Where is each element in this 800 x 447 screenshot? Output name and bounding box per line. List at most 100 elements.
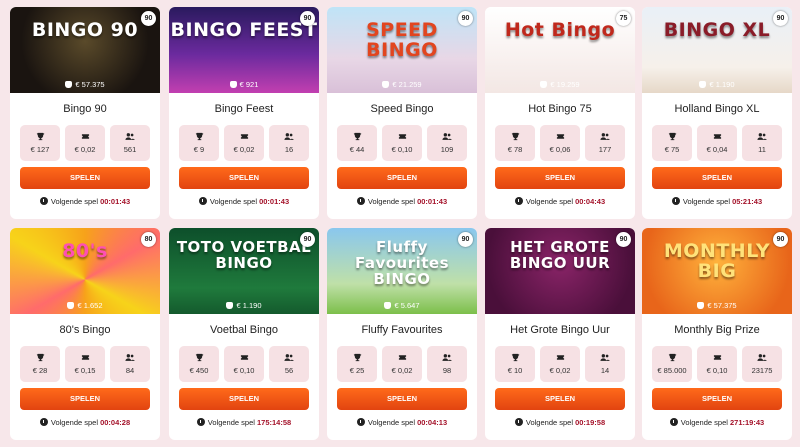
game-card[interactable]: MONTHLY BIG 90 € 57.375 Monthly Big Priz… — [642, 228, 792, 440]
ticket-stat: € 0,02 — [540, 346, 580, 382]
jackpot-amount: € 1.652 — [77, 301, 103, 310]
players-stat: 84 — [110, 346, 150, 382]
jackpot-amount: € 921 — [239, 80, 259, 89]
prize-value: € 127 — [30, 145, 50, 154]
ticket-stat: € 0,10 — [697, 346, 737, 382]
jackpot: € 19.259 — [485, 80, 635, 89]
next-game-label: Volgende spel — [50, 418, 98, 427]
players-icon — [125, 133, 135, 140]
next-game: Volgende spel 00:04:28 — [10, 418, 160, 427]
game-name: Hot Bingo 75 — [528, 103, 592, 115]
money-bag-icon — [65, 81, 73, 88]
game-card[interactable]: SPEED BINGO 90 € 21.259 Speed Bingo € 44… — [327, 7, 477, 219]
clock-icon — [356, 197, 365, 205]
jackpot: € 57.375 — [10, 80, 160, 89]
prize-stat: € 450 — [179, 346, 219, 382]
game-banner[interactable]: BINGO XL 90 € 1.190 — [642, 7, 792, 93]
players-icon — [284, 133, 294, 140]
game-stats: € 75 € 0,04 11 — [642, 125, 792, 161]
play-button[interactable]: SPELEN — [495, 388, 625, 410]
play-button[interactable]: SPELEN — [652, 167, 782, 189]
game-banner[interactable]: BINGO 90 90 € 57.375 — [10, 7, 160, 93]
players-stat: 98 — [427, 346, 467, 382]
ticket-price: € 0,10 — [391, 145, 413, 154]
game-banner[interactable]: MONTHLY BIG 90 € 57.375 — [642, 228, 792, 314]
next-game-label: Volgende spel — [682, 197, 730, 206]
players-count: 109 — [440, 145, 454, 154]
next-game-time: 00:19:58 — [575, 418, 606, 427]
trophy-icon — [195, 132, 203, 141]
game-banner[interactable]: TOTO VOETBAL BINGO 90 € 1.190 — [169, 228, 319, 314]
play-button[interactable]: SPELEN — [652, 388, 782, 410]
trophy-icon — [36, 132, 44, 141]
jackpot-amount: € 1.190 — [709, 80, 735, 89]
ball-count-badge: 90 — [141, 11, 156, 26]
ball-count-badge: 90 — [458, 11, 473, 26]
ticket-icon — [556, 134, 564, 139]
game-card[interactable]: BINGO FEEST 90 € 921 Bingo Feest € 9 € 0… — [169, 7, 319, 219]
next-game: Volgende spel 00:01:43 — [169, 197, 319, 206]
game-card[interactable]: Fluffy Favourites BINGO 90 € 5.647 Fluff… — [327, 228, 477, 440]
trophy-icon — [353, 353, 361, 362]
players-stat: 14 — [585, 346, 625, 382]
ticket-stat: € 0,04 — [697, 125, 737, 161]
play-button[interactable]: SPELEN — [20, 388, 150, 410]
banner-title: TOTO VOETBAL BINGO — [176, 238, 312, 272]
banner-title: Hot Bingo — [504, 19, 616, 41]
money-bag-icon — [540, 81, 548, 88]
game-name: Voetbal Bingo — [210, 324, 278, 336]
next-game: Volgende spel 00:04:13 — [327, 418, 477, 427]
ticket-icon — [398, 134, 406, 139]
next-game-time: 00:01:43 — [417, 197, 448, 206]
banner-title: MONTHLY BIG — [663, 240, 771, 282]
next-game: Volgende spel 00:19:58 — [485, 418, 635, 427]
jackpot: € 5.647 — [327, 301, 477, 310]
play-button[interactable]: SPELEN — [20, 167, 150, 189]
clock-icon — [39, 197, 48, 205]
game-card[interactable]: HET GROTE BINGO UUR 90 Het Grote Bingo U… — [485, 228, 635, 440]
ticket-price: € 0,02 — [74, 145, 96, 154]
players-count: 14 — [600, 366, 610, 375]
game-name: Monthly Big Prize — [674, 324, 760, 336]
game-banner[interactable]: Fluffy Favourites BINGO 90 € 5.647 — [327, 228, 477, 314]
game-card[interactable]: BINGO 90 90 € 57.375 Bingo 90 € 127 € 0,… — [10, 7, 160, 219]
next-game-time: 00:04:43 — [575, 197, 606, 206]
players-icon — [757, 133, 767, 140]
play-button[interactable]: SPELEN — [495, 167, 625, 189]
play-button[interactable]: SPELEN — [179, 167, 309, 189]
clock-icon — [196, 418, 205, 426]
ticket-price: € 0,02 — [549, 366, 571, 375]
game-card[interactable]: BINGO XL 90 € 1.190 Holland Bingo XL € 7… — [642, 7, 792, 219]
game-banner[interactable]: BINGO FEEST 90 € 921 — [169, 7, 319, 93]
prize-stat: € 85.000 — [652, 346, 692, 382]
ticket-icon — [81, 134, 89, 139]
game-stats: € 44 € 0,10 109 — [327, 125, 477, 161]
game-banner[interactable]: HET GROTE BINGO UUR 90 — [485, 228, 635, 314]
next-game-time: 00:04:13 — [417, 418, 448, 427]
game-card[interactable]: 80's 80 € 1.652 80's Bingo € 28 € 0,15 8… — [10, 228, 160, 440]
ticket-stat: € 0,02 — [382, 346, 422, 382]
ticket-icon — [398, 355, 406, 360]
play-button[interactable]: SPELEN — [337, 167, 467, 189]
next-game: Volgende spel 271:19:43 — [642, 418, 792, 427]
players-icon — [442, 133, 452, 140]
game-banner[interactable]: 80's 80 € 1.652 — [10, 228, 160, 314]
game-card[interactable]: Hot Bingo 75 € 19.259 Hot Bingo 75 € 78 … — [485, 7, 635, 219]
game-name: Holland Bingo XL — [674, 103, 760, 115]
clock-icon — [356, 418, 365, 426]
ball-count-badge: 90 — [300, 232, 315, 247]
money-bag-icon — [229, 81, 237, 88]
game-banner[interactable]: SPEED BINGO 90 € 21.259 — [327, 7, 477, 93]
players-count: 177 — [598, 145, 612, 154]
players-count: 16 — [284, 145, 294, 154]
next-game: Volgende spel 175:14:58 — [169, 418, 319, 427]
trophy-icon — [36, 353, 44, 362]
play-button[interactable]: SPELEN — [337, 388, 467, 410]
game-name: Speed Bingo — [370, 103, 434, 115]
play-button[interactable]: SPELEN — [179, 388, 309, 410]
game-banner[interactable]: Hot Bingo 75 € 19.259 — [485, 7, 635, 93]
game-card[interactable]: TOTO VOETBAL BINGO 90 € 1.190 Voetbal Bi… — [169, 228, 319, 440]
prize-value: € 78 — [507, 145, 523, 154]
game-name: Fluffy Favourites — [361, 324, 443, 336]
ticket-icon — [240, 355, 248, 360]
